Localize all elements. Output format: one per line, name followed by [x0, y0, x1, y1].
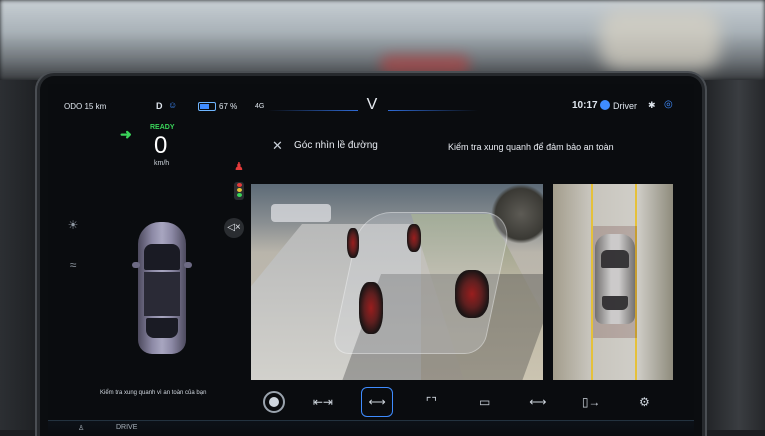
bottom-dock: ♙ DRIVE: [48, 420, 694, 436]
speed-value: 0: [154, 132, 168, 159]
battery-percent: 67 %: [219, 102, 238, 111]
view-front-wide-button[interactable]: ⇤⇥: [308, 388, 338, 416]
record-button[interactable]: [262, 391, 285, 413]
odometer: ODO 15 km: [64, 102, 107, 111]
camera-3d-view[interactable]: [251, 184, 543, 380]
headset-icon[interactable]: ◎: [664, 99, 673, 110]
view-center-button[interactable]: ▭: [470, 388, 500, 416]
wiper-icon[interactable]: ≈: [62, 254, 84, 276]
wheel-rear-left: [359, 282, 383, 334]
vehicle-side-model: [595, 234, 635, 324]
profile-icon[interactable]: [600, 100, 610, 110]
vehicle-top-view: [132, 222, 192, 354]
wheel-rear-right: [455, 270, 489, 318]
view-front-corners-button[interactable]: ⌜⌝: [416, 388, 446, 416]
logo-line-right: [388, 110, 478, 111]
brand-logo-icon[interactable]: V: [363, 97, 381, 113]
clock: 10:17: [572, 100, 598, 111]
speed-unit: km/h: [154, 160, 170, 167]
view-side-button[interactable]: ▯→: [576, 388, 606, 416]
windshield-background: [0, 0, 765, 80]
close-icon[interactable]: ✕: [272, 138, 283, 154]
infotainment-screen: ODO 15 km D ☺ 67 % 4G V 10:17 Driver ✱ ◎…: [40, 76, 702, 436]
light-icon[interactable]: ☀: [62, 214, 84, 236]
network-indicator: 4G: [255, 103, 265, 110]
mute-icon[interactable]: ◁×: [224, 218, 244, 238]
dashboard-right: [700, 80, 765, 430]
camera-side-view[interactable]: [553, 184, 673, 380]
gear-indicator: D: [156, 101, 163, 111]
bluetooth-off-icon[interactable]: ✱: [648, 100, 656, 111]
left-turn-signal-icon: ➜: [120, 126, 132, 142]
dashboard-left: [0, 80, 40, 430]
seatbelt-warning-icon: ♟: [234, 161, 244, 173]
wheel-front-right: [407, 224, 421, 252]
view-front-button[interactable]: ⟷: [361, 387, 394, 417]
wheel-front-left: [347, 228, 359, 258]
seat-icon: ☺: [168, 100, 178, 110]
logo-line-left: [268, 110, 358, 111]
dock-seat-icon[interactable]: ♙: [78, 424, 84, 432]
camera-view-title: Góc nhìn lề đường: [294, 140, 378, 151]
traffic-light-icon: [234, 182, 244, 200]
battery-icon: [198, 102, 216, 111]
driver-cluster: ➜ READY 0 km/h ♟ ◁× ☀ ≈ Kiểm tra xung qu…: [48, 114, 248, 414]
status-bar: ODO 15 km D ☺ 67 % 4G V 10:17 Driver ✱ ◎: [48, 84, 694, 114]
camera-hint: Kiểm tra xung quanh để đảm bảo an toàn: [448, 142, 614, 152]
view-selector: ⇤⇥ ⟷ ⌜⌝ ▭ ⟷ ▯→ ⚙: [251, 384, 671, 420]
ready-indicator: READY: [150, 124, 175, 131]
camera-settings-gear-icon[interactable]: ⚙: [629, 388, 659, 416]
profile-name[interactable]: Driver: [613, 101, 637, 111]
view-rear-button[interactable]: ⟷: [523, 388, 553, 416]
safety-message: Kiểm tra xung quanh vì an toàn của bạn: [100, 390, 207, 396]
